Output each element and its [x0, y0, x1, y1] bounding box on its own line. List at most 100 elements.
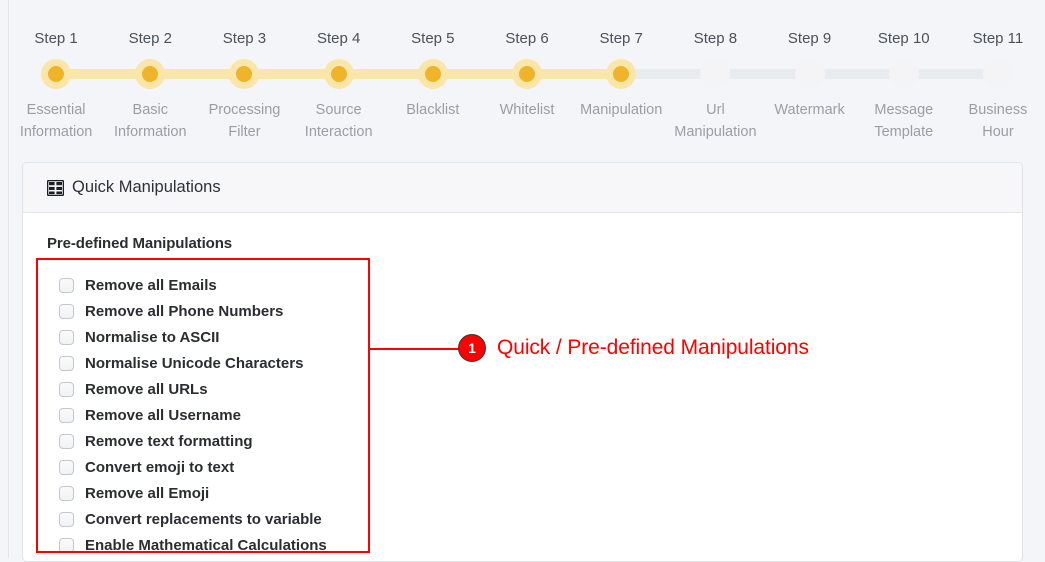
checkbox-label: Convert replacements to variable	[85, 511, 322, 528]
checkbox-input[interactable]	[59, 512, 74, 527]
stepper-step-circle[interactable]	[417, 59, 448, 89]
stepper-step-title: Step 3	[222, 30, 267, 47]
manipulation-checkbox-row[interactable]: Convert replacements to variable	[59, 509, 998, 530]
annotation-badge: 1	[458, 334, 486, 362]
stepper-step-dot	[48, 66, 65, 82]
stepper-connector-row	[950, 58, 1045, 90]
stepper-step-title: Step 9	[787, 30, 832, 47]
stepper-step-4[interactable]: Step 4 Source Interaction	[291, 0, 386, 143]
stepper-step-1[interactable]: Step 1 Essential Information	[9, 0, 104, 143]
checkbox-input[interactable]	[59, 434, 74, 449]
stepper-step-7[interactable]: Step 7 Manipulation	[574, 0, 669, 121]
stepper-step-dot	[519, 66, 536, 82]
stepper-connector-row	[9, 58, 104, 90]
card-body: Pre-defined Manipulations Remove all Ema…	[23, 213, 1022, 556]
stepper-connector-row	[762, 58, 857, 90]
checkbox-input[interactable]	[59, 330, 74, 345]
table-grid-icon	[47, 179, 64, 196]
checkbox-input[interactable]	[59, 408, 74, 423]
stepper-step-circle[interactable]	[700, 59, 731, 89]
stepper-step-11[interactable]: Step 11 Business Hour	[950, 0, 1045, 143]
stepper-step-label: Watermark	[774, 102, 845, 118]
stepper-step-circle[interactable]	[606, 59, 637, 89]
checkbox-label: Remove all Emoji	[85, 485, 210, 502]
checkbox-label: Remove all Username	[85, 407, 241, 424]
stepper-step-dot	[142, 66, 159, 82]
stepper-connector-row	[197, 58, 292, 90]
stepper-step-label: Essential Information	[19, 102, 93, 140]
manipulation-checkbox-row[interactable]: Enable Mathematical Calculations	[59, 535, 998, 556]
stepper-step-circle[interactable]	[888, 59, 919, 89]
stepper-connector-row	[479, 58, 575, 90]
stepper-step-6[interactable]: Step 6 Whitelist	[479, 0, 575, 121]
stepper-connector-row	[856, 58, 951, 90]
checkbox-label: Remove all URLs	[85, 381, 208, 398]
manipulation-checkbox-row[interactable]: Remove all Emoji	[59, 483, 998, 504]
checkbox-input[interactable]	[59, 304, 74, 319]
stepper-step-circle[interactable]	[512, 59, 543, 89]
checkbox-label: Normalise Unicode Characters	[85, 355, 304, 372]
stepper-step-circle[interactable]	[982, 59, 1013, 89]
stepper-step-2[interactable]: Step 2 Basic Information	[103, 0, 198, 143]
manipulation-checkbox-row[interactable]: Remove all Phone Numbers	[59, 301, 998, 322]
section-title: Pre-defined Manipulations	[47, 235, 233, 252]
stepper-step-label: Url Manipulation	[674, 102, 757, 140]
stepper-step-circle[interactable]	[41, 59, 72, 89]
card-title: Quick Manipulations	[72, 178, 221, 196]
stepper-step-label: Whitelist	[499, 102, 555, 118]
checkbox-input[interactable]	[59, 356, 74, 371]
annotation-label: Quick / Pre-defined Manipulations	[497, 336, 809, 359]
stepper-connector-row	[668, 58, 763, 90]
stepper-step-label: Processing Filter	[208, 102, 281, 140]
checkbox-label: Enable Mathematical Calculations	[85, 537, 327, 554]
stepper-step-title: Step 6	[505, 30, 549, 47]
stepper-step-title: Step 10	[877, 30, 930, 47]
stepper-step-label: Source Interaction	[304, 102, 373, 140]
checkbox-input[interactable]	[59, 538, 74, 553]
stepper-connector-row	[103, 58, 198, 90]
checkbox-label: Remove all Phone Numbers	[85, 303, 284, 320]
stepper-step-circle[interactable]	[794, 59, 825, 89]
stepper-step-9[interactable]: Step 9 Watermark	[762, 0, 857, 121]
manipulation-checkbox-row[interactable]: Remove text formatting	[59, 431, 998, 452]
stepper-step-title: Step 1	[34, 30, 78, 47]
stepper-step-dot	[424, 66, 441, 82]
stepper-step-label: Basic Information	[114, 102, 187, 140]
stepper-step-circle[interactable]	[135, 59, 166, 89]
annotation-badge-number: 1	[468, 340, 476, 356]
checkbox-label: Normalise to ASCII	[85, 329, 220, 346]
stepper-step-circle[interactable]	[229, 59, 260, 89]
checkbox-label: Remove all Emails	[85, 277, 217, 294]
checkbox-input[interactable]	[59, 382, 74, 397]
stepper-step-label: Message Template	[874, 102, 934, 140]
manipulation-checkbox-row[interactable]: Remove all Username	[59, 405, 998, 426]
stepper-step-label: Business Hour	[968, 102, 1028, 140]
stepper-step-label: Blacklist	[406, 102, 460, 118]
checkbox-input[interactable]	[59, 460, 74, 475]
manipulation-checkbox-row[interactable]: Convert emoji to text	[59, 457, 998, 478]
stepper-step-title: Step 8	[693, 30, 738, 47]
stepper-step-title: Step 4	[316, 30, 361, 47]
stepper-step-circle[interactable]	[323, 59, 354, 89]
stepper-connector-row	[385, 58, 480, 90]
manipulation-checkbox-row[interactable]: Remove all Emails	[59, 275, 998, 296]
predefined-manipulations-list: Remove all Emails Remove all Phone Number…	[47, 265, 998, 556]
stepper-step-dot	[613, 66, 630, 82]
stepper-step-title: Step 11	[972, 30, 1024, 47]
quick-manipulations-card: Quick Manipulations Pre-defined Manipula…	[22, 162, 1023, 562]
stepper-step-dot	[236, 66, 253, 82]
stepper-step-10[interactable]: Step 10 Message Template	[856, 0, 951, 143]
card-header: Quick Manipulations	[23, 163, 1022, 213]
wizard-stepper: Step 1 Essential Information Step 2 Basic I…	[9, 0, 1045, 158]
stepper-step-5[interactable]: Step 5 Blacklist	[385, 0, 480, 121]
stepper-step-8[interactable]: Step 8 Url Manipulation	[668, 0, 763, 143]
checkbox-input[interactable]	[59, 278, 74, 293]
checkbox-input[interactable]	[59, 486, 74, 501]
annotation-leader-line	[370, 348, 459, 350]
stepper-connector-row	[574, 58, 669, 90]
stepper-step-dot	[330, 66, 347, 82]
stepper-step-3[interactable]: Step 3 Processing Filter	[197, 0, 292, 143]
manipulation-checkbox-row[interactable]: Remove all URLs	[59, 379, 998, 400]
stepper-step-title: Step 5	[411, 30, 455, 47]
stepper-connector-row	[291, 58, 386, 90]
